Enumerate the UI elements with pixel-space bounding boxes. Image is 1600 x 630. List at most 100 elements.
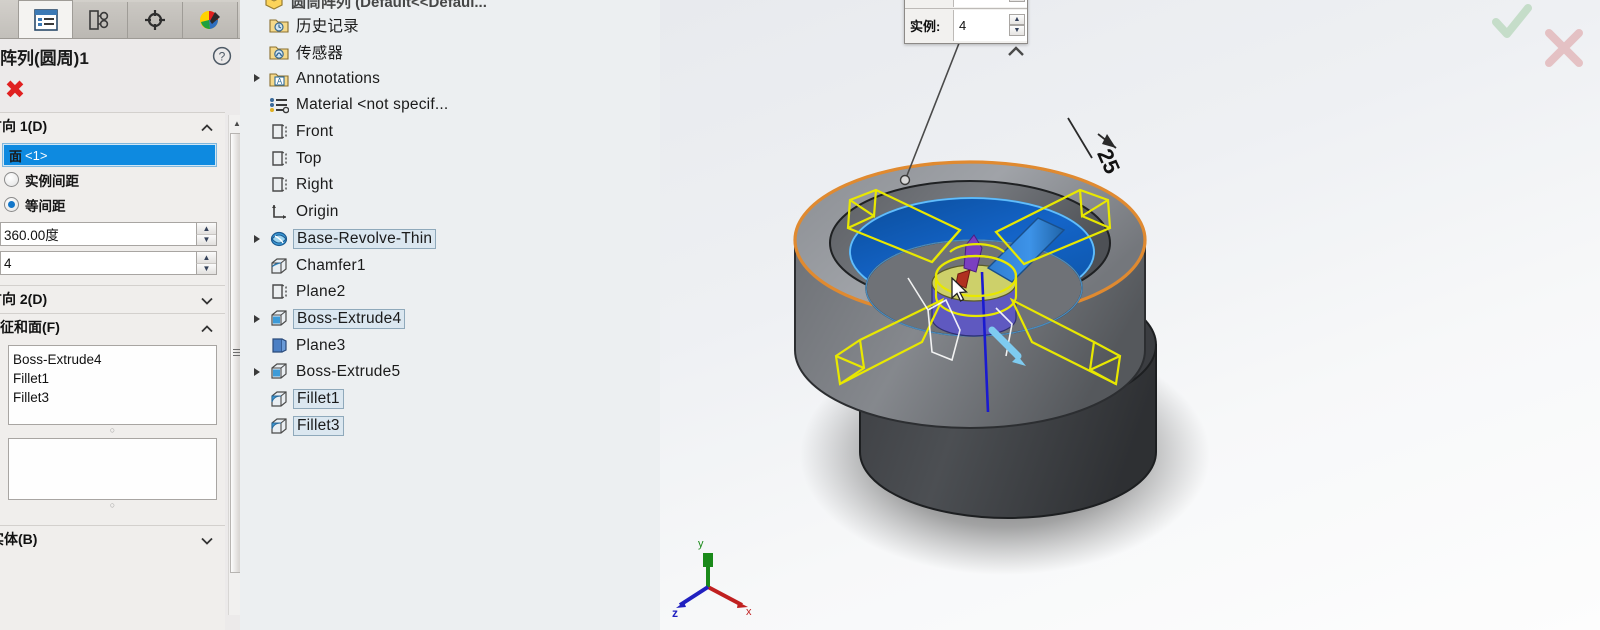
resize-handle[interactable]: ○ bbox=[0, 425, 225, 436]
tree-item-plane3[interactable]: Plane3 bbox=[240, 332, 660, 359]
cancel-button[interactable]: ✖ bbox=[3, 77, 27, 102]
mini-angle-spinner[interactable]: ▲ ▼ bbox=[1009, 0, 1025, 2]
direction2-section-header[interactable]: 方向 2(D) bbox=[0, 285, 225, 313]
face-selection-box[interactable]: 面 <1> bbox=[2, 143, 217, 167]
angle-input[interactable]: 360.00度 ▲ ▼ bbox=[0, 222, 217, 246]
material-icon bbox=[268, 95, 290, 115]
angle-spinner[interactable]: ▲ ▼ bbox=[196, 223, 216, 245]
appearances-tab[interactable] bbox=[183, 2, 238, 38]
tree-item-[interactable]: 传感器 bbox=[240, 39, 660, 66]
tree-item-label: Boss-Extrude4 bbox=[293, 308, 406, 329]
property-manager-body: 方向 1(D) 面 <1> 实例间距 等间距 360.00度 ▲ bbox=[0, 112, 225, 630]
expand-arrow-icon[interactable] bbox=[254, 234, 260, 243]
radio-instance-spacing-label: 实例间距 bbox=[25, 173, 79, 189]
face-selection-suffix: <1> bbox=[25, 147, 48, 163]
mini-angle-label: 角度: bbox=[905, 0, 953, 1]
tree-item-annotations[interactable]: A Annotations bbox=[240, 65, 660, 92]
radio-instance-spacing[interactable]: 实例间距 bbox=[0, 167, 225, 192]
list-item[interactable]: Fillet3 bbox=[13, 388, 216, 407]
tree-item-plane2[interactable]: Plane2 bbox=[240, 279, 660, 306]
tree-item-chamfer1[interactable]: Chamfer1 bbox=[240, 252, 660, 279]
bodies-list[interactable] bbox=[8, 438, 217, 500]
tree-item-right[interactable]: Right bbox=[240, 172, 660, 199]
red-x-icon bbox=[1545, 29, 1583, 67]
property-manager-icon bbox=[89, 10, 109, 30]
resize-handle[interactable]: ○ bbox=[0, 500, 225, 511]
configuration-manager-tab[interactable] bbox=[128, 2, 183, 38]
face-selection-prefix: 面 bbox=[9, 148, 23, 164]
chevron-down-icon bbox=[199, 531, 215, 547]
mini-instances-field[interactable]: 4 ▲ ▼ bbox=[953, 10, 1027, 41]
mini-toolbar-collapse-button[interactable] bbox=[1005, 44, 1027, 65]
confirm-ok-button[interactable] bbox=[1490, 2, 1534, 47]
list-item[interactable]: Boss-Extrude4 bbox=[13, 350, 216, 369]
tree-item-base-revolve-thin[interactable]: Base-Revolve-Thin bbox=[240, 226, 660, 253]
extrude-icon bbox=[268, 309, 290, 329]
tree-item-origin[interactable]: Origin bbox=[240, 199, 660, 226]
mouse-cursor bbox=[950, 276, 970, 310]
pattern-mini-toolbar[interactable]: 角度: 360.00度 ▲ ▼ 实例: 4 ▲ ▼ bbox=[904, 0, 1028, 44]
model-3d-view[interactable] bbox=[660, 0, 1600, 630]
list-item[interactable]: Fillet1 bbox=[13, 369, 216, 388]
angle-value: 360.00度 bbox=[4, 228, 59, 243]
tree-item-front[interactable]: Front bbox=[240, 119, 660, 146]
mini-angle-row[interactable]: 角度: 360.00度 ▲ ▼ bbox=[905, 0, 1027, 9]
tree-item-material-not-specif[interactable]: Material <not specif... bbox=[240, 92, 660, 119]
spinner-down-icon[interactable]: ▼ bbox=[196, 234, 216, 245]
y-axis-label: y bbox=[698, 538, 704, 550]
tree-root-item[interactable]: 圆筒阵列 (Default<<Defaul... bbox=[264, 0, 487, 12]
tree-item-[interactable]: 历史记录 bbox=[240, 12, 660, 39]
mini-instances-row[interactable]: 实例: 4 ▲ ▼ bbox=[905, 9, 1027, 42]
feature-tree: 圆筒阵列 (Default<<Defaul... 历史记录 传感器 A Annotat… bbox=[240, 0, 660, 630]
origin-icon bbox=[268, 202, 290, 222]
bodies-section-header[interactable]: 实体(B) bbox=[0, 525, 225, 553]
spinner-down-icon[interactable]: ▼ bbox=[196, 263, 216, 274]
chevron-up-icon bbox=[1008, 46, 1024, 56]
property-manager-tab[interactable] bbox=[73, 2, 128, 38]
tree-item-label: Chamfer1 bbox=[296, 256, 366, 274]
spinner-up-icon[interactable]: ▲ bbox=[196, 252, 216, 264]
tree-item-fillet1[interactable]: Fillet1 bbox=[240, 386, 660, 413]
spinner-down-icon[interactable]: ▼ bbox=[1009, 25, 1025, 36]
tree-item-fillet3[interactable]: Fillet3 bbox=[240, 412, 660, 439]
mini-instances-label: 实例: bbox=[910, 19, 941, 34]
fillet-icon bbox=[268, 416, 290, 436]
help-button[interactable]: ? bbox=[212, 46, 232, 66]
manager-tab-bar bbox=[0, 0, 240, 39]
spinner-up-icon[interactable]: ▲ bbox=[196, 223, 216, 235]
tree-item-top[interactable]: Top bbox=[240, 145, 660, 172]
radio-equal-spacing[interactable]: 等间距 bbox=[0, 192, 225, 217]
features-faces-section-header[interactable]: 特征和面(F) bbox=[0, 313, 225, 341]
confirm-cancel-button[interactable] bbox=[1542, 28, 1586, 73]
spinner-up-icon[interactable]: ▲ bbox=[1009, 14, 1025, 25]
expand-arrow-icon[interactable] bbox=[254, 367, 260, 376]
spinner-down-icon[interactable]: ▼ bbox=[1009, 0, 1025, 2]
expand-arrow-icon[interactable] bbox=[254, 314, 260, 323]
direction1-section-header[interactable]: 方向 1(D) bbox=[0, 112, 225, 140]
mini-angle-value: 360.00度 bbox=[959, 0, 1012, 1]
features-faces-list[interactable]: Boss-Extrude4 Fillet1 Fillet3 bbox=[8, 345, 217, 425]
tree-item-boss-extrude5[interactable]: Boss-Extrude5 bbox=[240, 359, 660, 386]
history-folder-icon bbox=[268, 15, 290, 35]
tree-item-label: Fillet1 bbox=[293, 388, 344, 409]
chevron-up-icon bbox=[199, 319, 215, 335]
chevron-down-icon bbox=[199, 291, 215, 307]
plane-icon bbox=[268, 122, 290, 142]
revolve-icon bbox=[268, 229, 290, 249]
feature-tree-icon bbox=[33, 8, 58, 31]
instance-count-spinner[interactable]: ▲ ▼ bbox=[196, 252, 216, 274]
mini-instances-spinner[interactable]: ▲ ▼ bbox=[1009, 14, 1025, 36]
feature-manager-tab[interactable] bbox=[18, 0, 73, 38]
radio-off-icon bbox=[4, 172, 19, 187]
graphics-area[interactable]: 25 角度: 360.00度 ▲ ▼ 实例: 4 ▲ bbox=[660, 0, 1600, 630]
tree-item-boss-extrude4[interactable]: Boss-Extrude4 bbox=[240, 306, 660, 333]
x-axis-label: x bbox=[746, 606, 752, 618]
plane-icon bbox=[268, 282, 290, 302]
mini-angle-field[interactable]: 360.00度 ▲ ▼ bbox=[953, 0, 1027, 7]
tree-item-label: Fillet3 bbox=[293, 415, 344, 436]
tree-root-label: 圆筒阵列 (Default<<Defaul... bbox=[291, 0, 487, 11]
instance-count-input[interactable]: 4 ▲ ▼ bbox=[0, 251, 217, 275]
expand-arrow-icon[interactable] bbox=[254, 74, 260, 83]
direction2-label: 方向 2(D) bbox=[0, 291, 48, 307]
z-axis-label: z bbox=[672, 606, 678, 620]
